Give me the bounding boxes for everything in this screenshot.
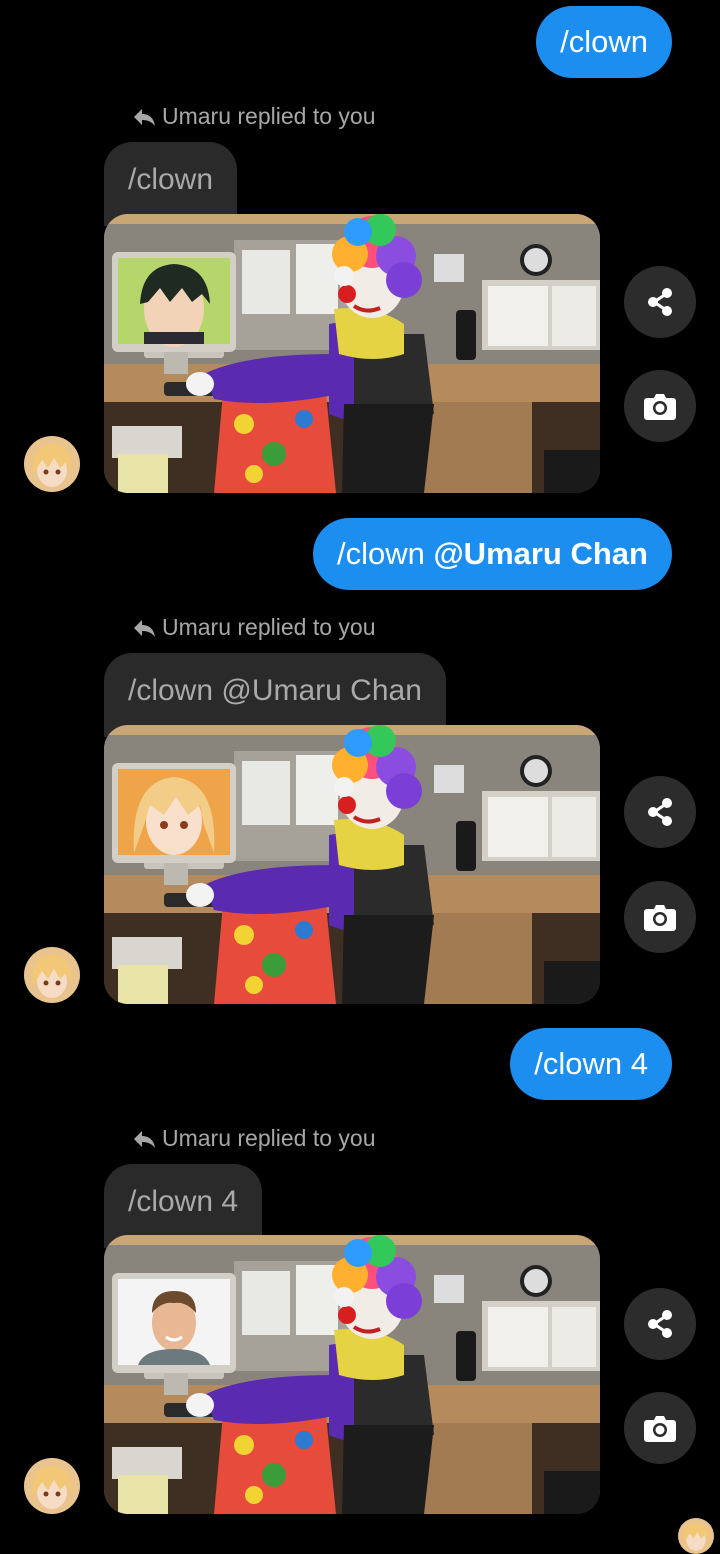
- sent-message-mention: @Umaru Chan: [433, 536, 648, 571]
- reply-label: Umaru replied to you: [162, 103, 376, 129]
- quoted-message-text: /clown 4: [128, 1185, 239, 1218]
- quoted-message-text: /clown: [128, 163, 214, 196]
- camera-button[interactable]: [624, 1392, 696, 1464]
- sent-message-text: /clown 4: [534, 1046, 648, 1081]
- sent-message-bubble[interactable]: /clown: [536, 6, 672, 78]
- read-receipt-avatar: [678, 1518, 714, 1554]
- quoted-message-text: /clown @Umaru Chan: [128, 674, 422, 707]
- camera-icon: [644, 905, 676, 931]
- sent-message-bubble[interactable]: /clown 4: [510, 1028, 672, 1100]
- camera-button[interactable]: [624, 370, 696, 442]
- reply-label: Umaru replied to you: [162, 1125, 376, 1151]
- monitor-screen-man-photo: [118, 1279, 230, 1365]
- share-button[interactable]: [624, 776, 696, 848]
- avatar[interactable]: [24, 947, 80, 1003]
- reply-label: Umaru replied to you: [162, 614, 376, 640]
- avatar[interactable]: [24, 1458, 80, 1514]
- monitor-screen-anime-girl: [118, 769, 230, 855]
- sent-message-bubble[interactable]: /clown @Umaru Chan: [312, 518, 672, 590]
- camera-icon: [644, 394, 676, 420]
- camera-button[interactable]: [624, 881, 696, 953]
- sent-message-text: /clown: [560, 24, 648, 59]
- share-icon: [648, 288, 672, 316]
- reply-indicator: Umaru replied to you: [132, 100, 376, 132]
- share-button[interactable]: [624, 1288, 696, 1360]
- share-icon: [648, 1310, 672, 1338]
- monitor-screen-anime-boy: [118, 258, 230, 347]
- share-icon: [648, 798, 672, 826]
- reply-arrow-icon: [134, 1131, 155, 1148]
- reply-arrow-icon: [134, 109, 155, 126]
- reply-indicator: Umaru replied to you: [132, 1122, 376, 1154]
- reply-indicator: Umaru replied to you: [132, 611, 376, 643]
- clown-meme-image[interactable]: [104, 725, 600, 1004]
- clown-meme-image[interactable]: [104, 214, 600, 493]
- sent-message-text: /clown: [336, 536, 434, 571]
- camera-icon: [644, 1416, 676, 1442]
- clown-meme-image[interactable]: [104, 1235, 600, 1514]
- share-button[interactable]: [624, 266, 696, 338]
- avatar[interactable]: [24, 436, 80, 492]
- reply-arrow-icon: [134, 620, 155, 637]
